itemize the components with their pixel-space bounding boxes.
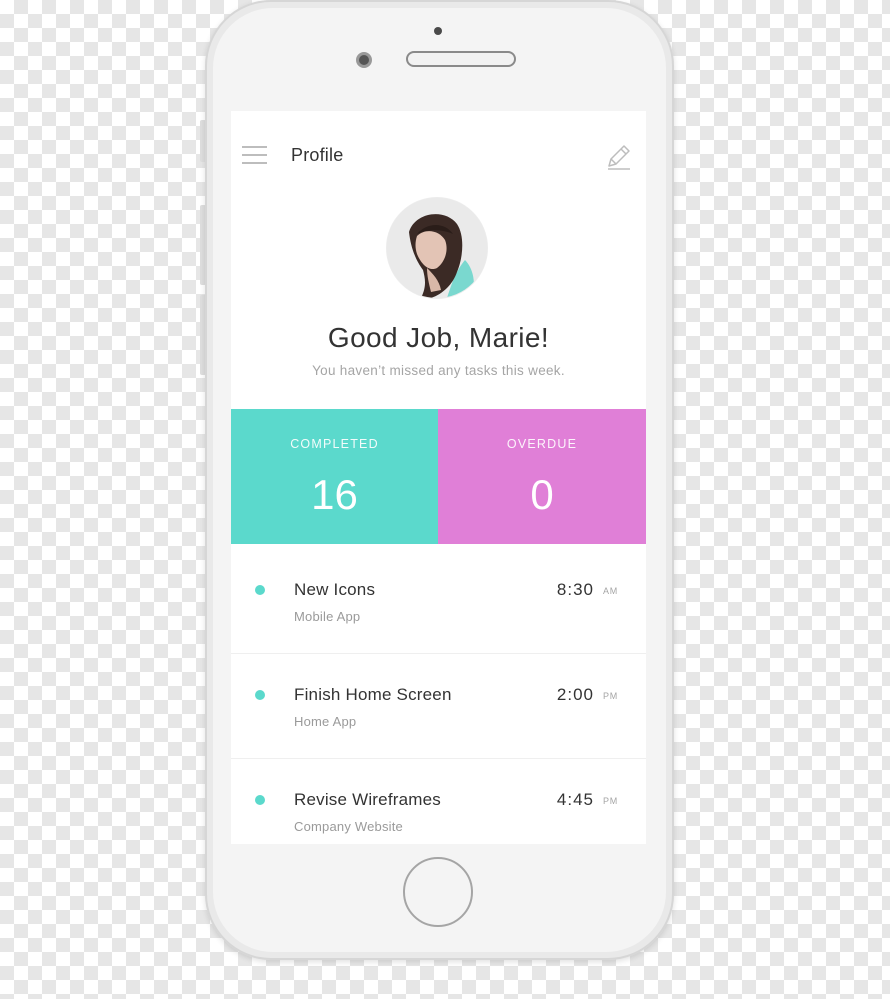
completed-stat-card[interactable]: COMPLETED 16 [231,409,438,544]
task-status-dot [255,795,265,805]
task-time: 2:00 [556,685,594,704]
avatar[interactable] [387,198,487,298]
task-title: Finish Home Screen [294,685,452,704]
task-project: Company Website [294,819,403,834]
task-time: 8:30 [556,580,594,599]
task-project: Home App [294,714,357,729]
task-project: Mobile App [294,609,361,624]
menu-line [242,162,267,164]
earpiece-speaker [406,51,516,67]
greeting-heading: Good Job, Marie! [327,322,550,353]
menu-line [242,154,267,156]
page-title: Profile [291,145,344,165]
overdue-stat-card[interactable]: OVERDUE 0 [438,409,646,544]
front-camera [356,52,372,68]
task-item[interactable]: Revise Wireframes Company Website 4:45 P… [231,759,646,844]
top-bar: Profile [231,111,646,201]
task-title: New Icons [294,580,376,599]
overdue-count: 0 [530,471,554,518]
task-item[interactable]: Finish Home Screen Home App 2:00 PM [231,654,646,759]
task-ampm: PM [603,796,619,806]
home-button[interactable] [403,857,473,927]
task-status-dot [255,690,265,700]
app-screen: Profile Good Job, Marie! You haven’t mis… [231,111,646,844]
hamburger-menu-icon[interactable] [242,145,267,165]
overdue-label: OVERDUE [506,437,578,451]
greeting-subtitle: You haven’t missed any tasks this week. [312,363,565,378]
pencil-icon[interactable] [604,143,632,171]
task-ampm: AM [603,586,619,596]
proximity-sensor [434,27,442,35]
task-title: Revise Wireframes [294,790,441,809]
task-status-dot [255,585,265,595]
completed-count: 16 [311,471,358,518]
menu-line [242,146,267,148]
task-item[interactable]: New Icons Mobile App 8:30 AM [231,549,646,654]
avatar-photo [387,198,487,298]
task-ampm: PM [603,691,619,701]
task-time: 4:45 [556,790,594,809]
completed-label: COMPLETED [290,437,379,451]
